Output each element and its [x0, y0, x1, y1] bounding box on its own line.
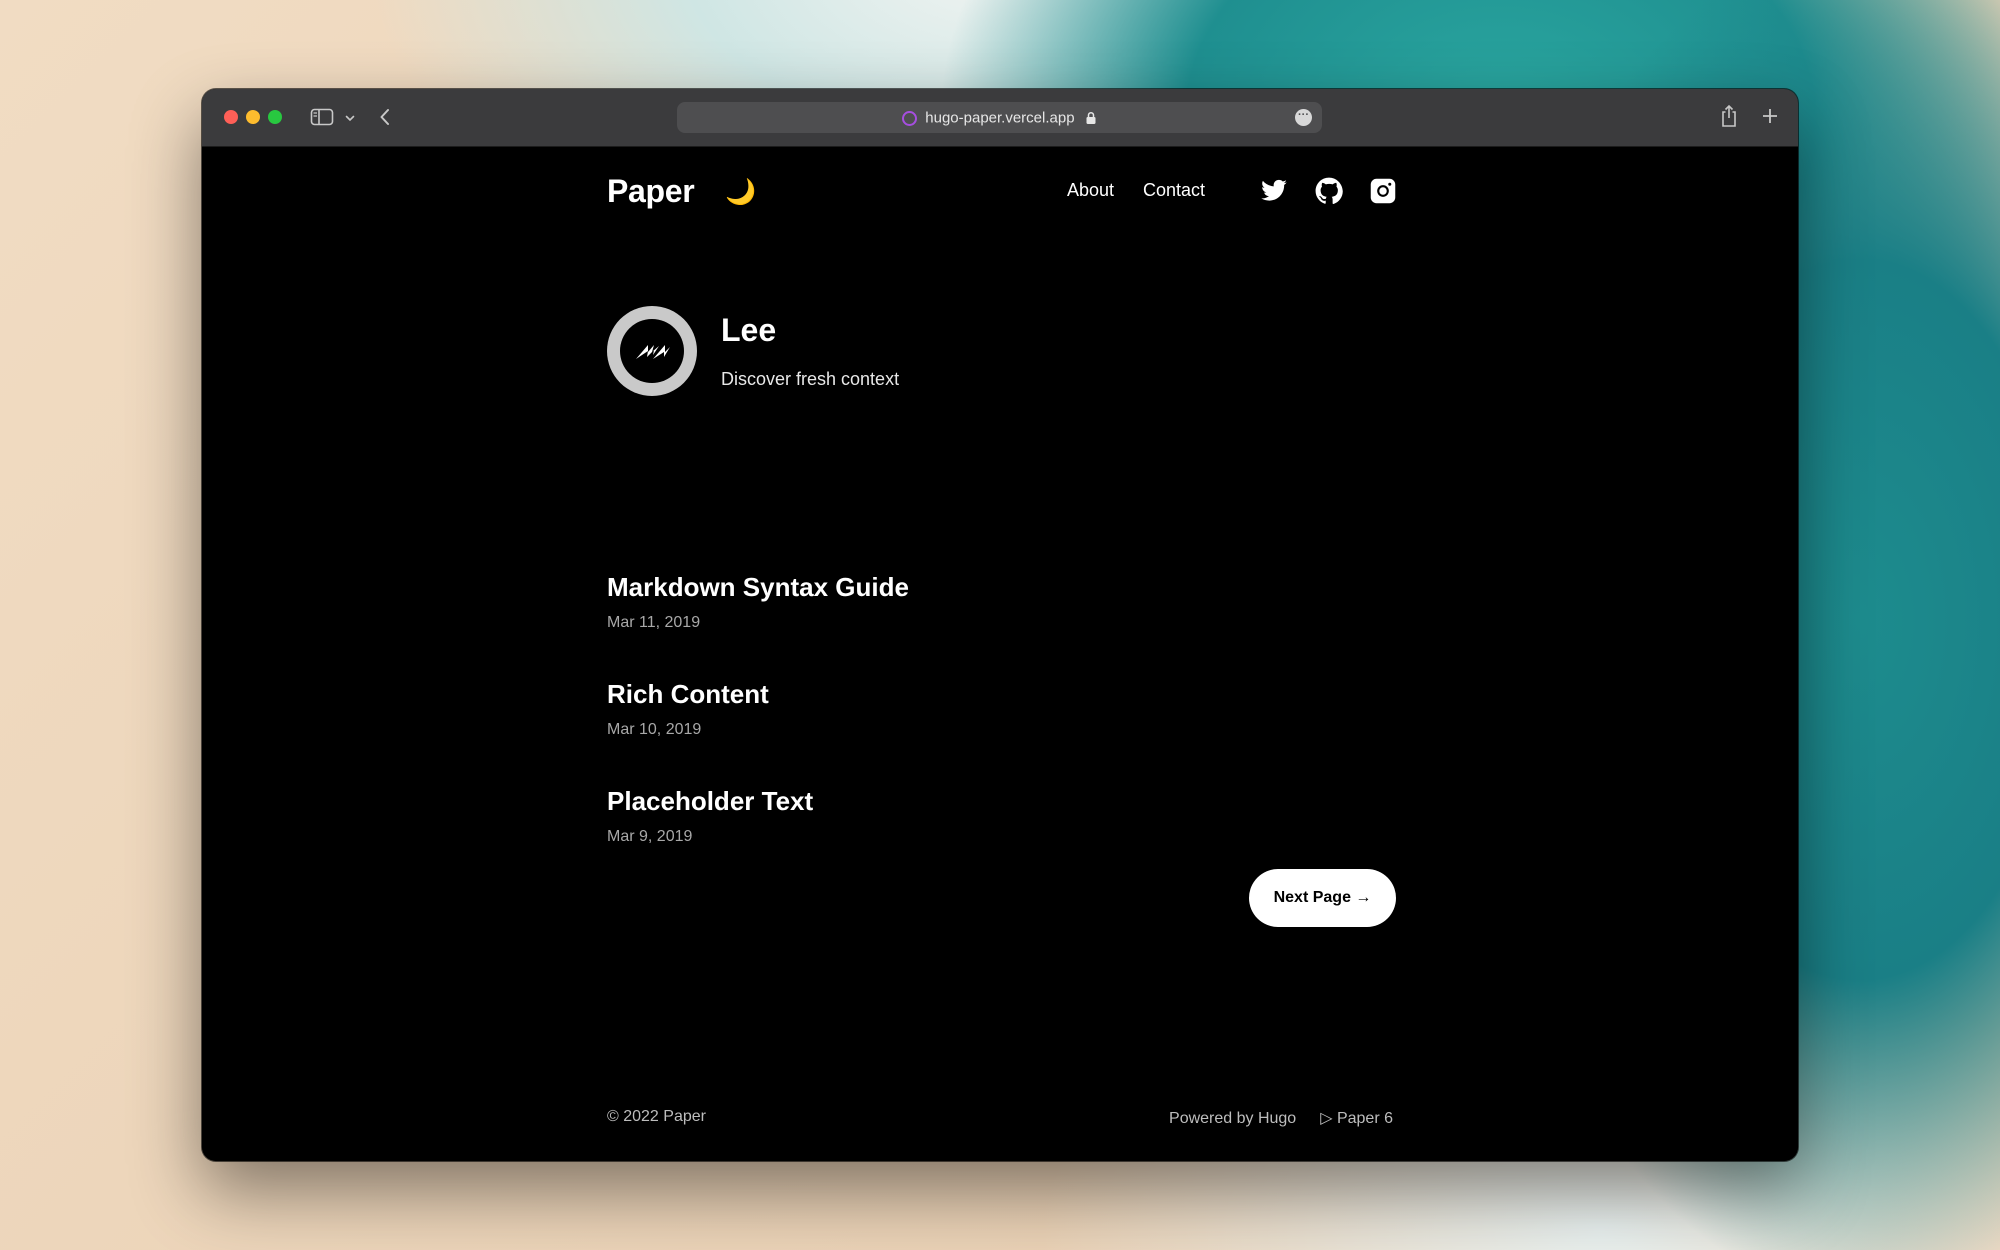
twitter-icon[interactable] — [1260, 177, 1288, 205]
url-text: hugo-paper.vercel.app — [925, 109, 1075, 127]
theme-toggle-moon-icon[interactable]: 🌙 — [725, 178, 756, 207]
nav-link-contact[interactable]: Contact — [1143, 180, 1205, 201]
browser-toolbar: hugo-paper.vercel.app ··· — [202, 89, 1798, 147]
chevron-down-icon[interactable] — [344, 111, 356, 129]
instagram-icon[interactable] — [1369, 177, 1397, 205]
address-bar[interactable]: hugo-paper.vercel.app ··· — [677, 102, 1322, 133]
more-icon[interactable]: ··· — [1295, 109, 1312, 126]
footer-links: Powered by Hugo ▷ Paper 6 — [1145, 1108, 1393, 1128]
footer-copyright: © 2022 Paper — [607, 1108, 706, 1125]
post-title[interactable]: Placeholder Text — [607, 786, 813, 817]
share-icon[interactable] — [1719, 103, 1739, 134]
post-date: Mar 11, 2019 — [607, 614, 701, 631]
page-content: Paper 🌙 About Contact Lee Discover fresh… — [607, 147, 1396, 1161]
post-date: Mar 9, 2019 — [607, 828, 693, 845]
lock-icon — [1086, 112, 1096, 125]
post-item[interactable]: Markdown Syntax Guide Mar 11, 2019 — [607, 572, 909, 632]
post-item[interactable]: Rich Content Mar 10, 2019 — [607, 679, 769, 739]
post-date: Mar 10, 2019 — [607, 721, 702, 738]
avatar — [607, 306, 697, 396]
web-page: Paper 🌙 About Contact Lee Discover fresh… — [202, 147, 1798, 1161]
sidebar-icon[interactable] — [310, 107, 334, 132]
github-icon[interactable] — [1315, 177, 1343, 205]
back-icon[interactable] — [378, 106, 392, 133]
nav-link-about[interactable]: About — [1067, 180, 1114, 201]
next-page-button[interactable]: Next Page → — [1249, 869, 1396, 927]
new-tab-icon[interactable] — [1760, 106, 1780, 131]
post-item[interactable]: Placeholder Text Mar 9, 2019 — [607, 786, 813, 846]
paper-theme-link[interactable]: ▷ Paper 6 — [1320, 1110, 1393, 1127]
lightning-logo-icon — [620, 319, 684, 383]
minimize-window-button[interactable] — [246, 110, 260, 124]
post-title[interactable]: Rich Content — [607, 679, 769, 710]
post-title[interactable]: Markdown Syntax Guide — [607, 572, 909, 603]
site-icon — [902, 110, 918, 126]
close-window-button[interactable] — [224, 110, 238, 124]
zoom-window-button[interactable] — [268, 110, 282, 124]
powered-by-hugo-link[interactable]: Powered by Hugo — [1169, 1110, 1296, 1127]
site-logo[interactable]: Paper — [607, 173, 695, 210]
profile-bio: Discover fresh context — [721, 369, 900, 389]
browser-window: hugo-paper.vercel.app ··· Paper 🌙 About … — [202, 89, 1798, 1161]
profile-name: Lee — [721, 312, 777, 348]
